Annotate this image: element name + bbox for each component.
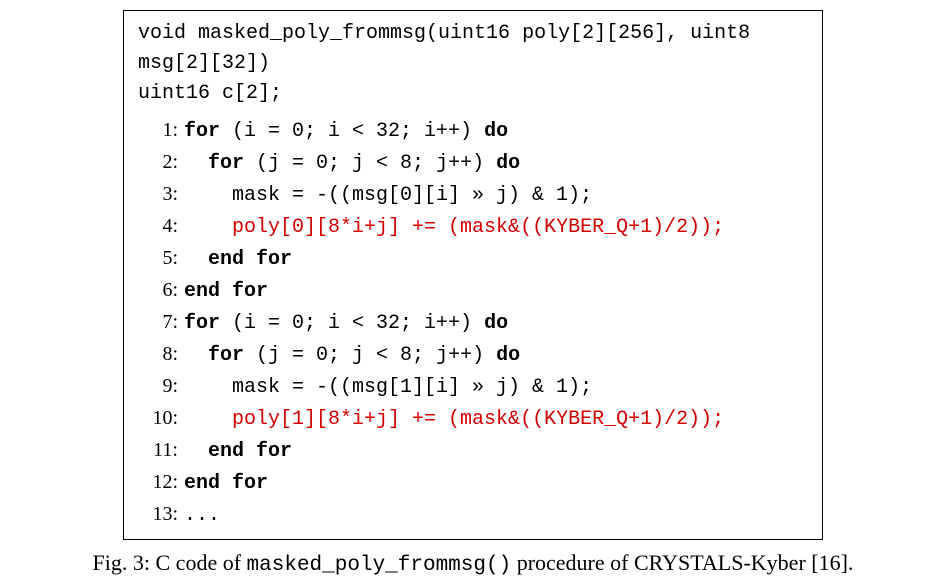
function-signature: void masked_poly_frommsg(uint16 poly[2][… [138, 19, 808, 109]
code-text [184, 216, 232, 239]
line-number: 1: [138, 115, 178, 145]
caption-prefix: Fig. 3: C code of [93, 550, 247, 575]
line-number: 6: [138, 275, 178, 305]
code-content: end for [178, 437, 292, 467]
code-line: 2: for (j = 0; j < 8; j++) do [138, 147, 808, 179]
line-number: 5: [138, 243, 178, 273]
code-text [184, 152, 208, 175]
keyword: for [208, 152, 244, 175]
code-line: 5: end for [138, 243, 808, 275]
code-line: 4: poly[0][8*i+j] += (mask&((KYBER_Q+1)/… [138, 211, 808, 243]
code-line: 7:for (i = 0; i < 32; i++) do [138, 307, 808, 339]
code-text: (j = 0; j < 8; j++) [244, 344, 496, 367]
highlighted-code: poly[0][8*i+j] += (mask&((KYBER_Q+1)/2))… [232, 216, 724, 239]
code-line: 13:... [138, 499, 808, 531]
keyword: do [484, 120, 508, 143]
line-number: 12: [138, 467, 178, 497]
keyword: for [208, 344, 244, 367]
line-number: 8: [138, 339, 178, 369]
code-line: 8: for (j = 0; j < 8; j++) do [138, 339, 808, 371]
code-text [184, 344, 208, 367]
keyword: do [496, 344, 520, 367]
line-number: 13: [138, 499, 178, 529]
line-number: 9: [138, 371, 178, 401]
code-listing-box: void masked_poly_frommsg(uint16 poly[2][… [123, 10, 823, 540]
code-line: 12: end for [138, 467, 808, 499]
caption-func: masked_poly_frommsg() [247, 554, 512, 577]
code-line: 11: end for [138, 435, 808, 467]
code-content: poly[0][8*i+j] += (mask&((KYBER_Q+1)/2))… [178, 213, 724, 243]
line-number: 4: [138, 211, 178, 241]
keyword: end for [208, 440, 292, 463]
code-text: ... [184, 504, 220, 527]
code-text [184, 248, 208, 271]
line-number: 7: [138, 307, 178, 337]
code-text: (j = 0; j < 8; j++) [244, 152, 496, 175]
keyword: end for [184, 472, 268, 495]
code-content: poly[1][8*i+j] += (mask&((KYBER_Q+1)/2))… [178, 405, 724, 435]
code-content: for (i = 0; i < 32; i++) do [178, 309, 508, 339]
code-content: for (i = 0; i < 32; i++) do [178, 117, 508, 147]
line-number: 10: [138, 403, 178, 433]
line-number: 2: [138, 147, 178, 177]
code-line: 6: end for [138, 275, 808, 307]
code-content: end for [178, 277, 268, 307]
code-content: end for [178, 469, 268, 499]
figure-caption: Fig. 3: C code of masked_poly_frommsg() … [93, 550, 854, 577]
highlighted-code: poly[1][8*i+j] += (mask&((KYBER_Q+1)/2))… [232, 408, 724, 431]
code-content: for (j = 0; j < 8; j++) do [178, 149, 520, 179]
code-text [184, 408, 232, 431]
code-text [184, 440, 208, 463]
code-line: 10: poly[1][8*i+j] += (mask&((KYBER_Q+1)… [138, 403, 808, 435]
keyword: do [496, 152, 520, 175]
signature-line-1: void masked_poly_frommsg(uint16 poly[2][… [138, 19, 808, 49]
code-content: mask = -((msg[1][i] » j) & 1); [178, 373, 592, 403]
code-content: end for [178, 245, 292, 275]
keyword: for [184, 312, 220, 335]
signature-line-3: uint16 c[2]; [138, 79, 808, 109]
code-content: for (j = 0; j < 8; j++) do [178, 341, 520, 371]
code-content: ... [178, 501, 220, 531]
signature-line-2: msg[2][32]) [138, 49, 808, 79]
code-text: (i = 0; i < 32; i++) [220, 312, 484, 335]
line-number: 3: [138, 179, 178, 209]
keyword: do [484, 312, 508, 335]
keyword: for [184, 120, 220, 143]
code-body: 1:for (i = 0; i < 32; i++) do 2: for (j … [138, 115, 808, 531]
keyword: end for [208, 248, 292, 271]
keyword: end for [184, 280, 268, 303]
caption-suffix: procedure of CRYSTALS-Kyber [16]. [511, 550, 853, 575]
line-number: 11: [138, 435, 178, 465]
code-text: mask = -((msg[1][i] » j) & 1); [184, 376, 592, 399]
code-text: (i = 0; i < 32; i++) [220, 120, 484, 143]
code-line: 3: mask = -((msg[0][i] » j) & 1); [138, 179, 808, 211]
code-line: 1:for (i = 0; i < 32; i++) do [138, 115, 808, 147]
code-content: mask = -((msg[0][i] » j) & 1); [178, 181, 592, 211]
code-text: mask = -((msg[0][i] » j) & 1); [184, 184, 592, 207]
code-line: 9: mask = -((msg[1][i] » j) & 1); [138, 371, 808, 403]
